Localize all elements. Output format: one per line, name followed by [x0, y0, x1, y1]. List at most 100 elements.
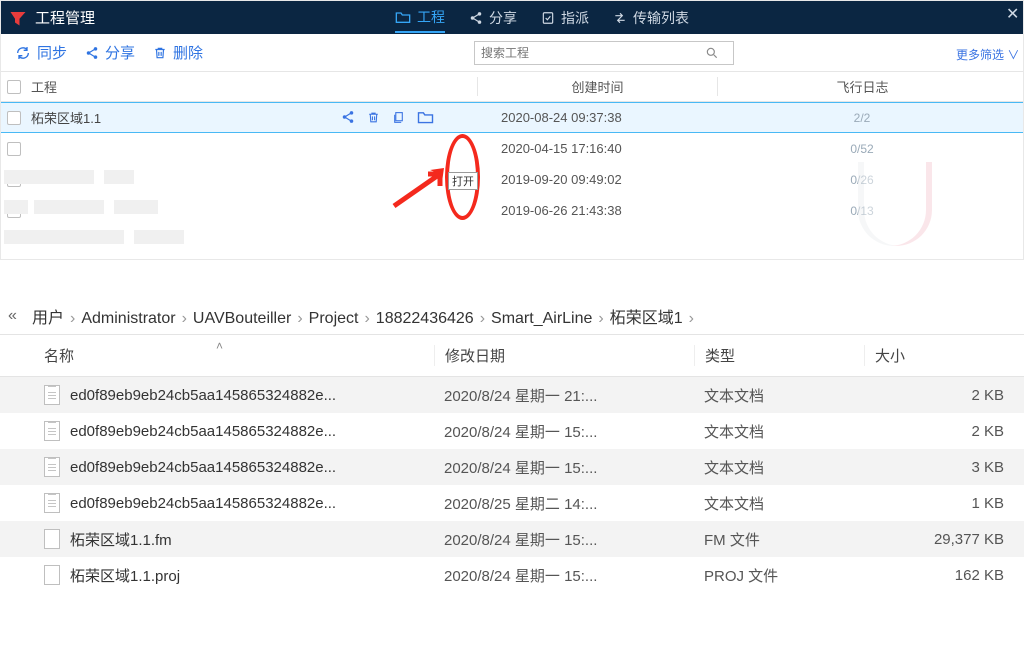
- breadcrumb-separator: ›: [474, 310, 491, 327]
- watermark-icon: [858, 162, 932, 246]
- explorer-pane: « 用户›Administrator›UAVBouteiller›Project…: [0, 297, 1024, 593]
- file-row[interactable]: ed0f89eb9eb24cb5aa145865324882e... 2020/8…: [0, 449, 1024, 485]
- file-type: 文本文档: [694, 493, 864, 514]
- file-type: 文本文档: [694, 457, 864, 478]
- file-row[interactable]: 柘荣区域1.1.fm 2020/8/24 星期一 15:...FM 文件29,37…: [0, 521, 1024, 557]
- file-date: 2020/8/25 星期二 14:...: [434, 493, 694, 514]
- file-type: FM 文件: [694, 529, 864, 550]
- breadcrumb-item[interactable]: 用户: [32, 310, 64, 327]
- breadcrumb-separator: ›: [683, 310, 700, 327]
- explorer-column-header: 名称 ˄ 修改日期 类型 大小: [0, 335, 1024, 377]
- menu-assign-label: 指派: [561, 8, 589, 28]
- row-created: 2020-04-15 17:16:40: [477, 141, 717, 156]
- file-row[interactable]: 柘荣区域1.1.proj2020/8/24 星期一 15:...PROJ 文件1…: [0, 557, 1024, 593]
- menu-project-label: 工程: [417, 7, 445, 27]
- share-button[interactable]: 分享: [85, 42, 135, 63]
- breadcrumb-item[interactable]: 18822436426: [376, 310, 474, 327]
- excol-size[interactable]: 大小: [864, 345, 1024, 366]
- file-name: ed0f89eb9eb24cb5aa145865324882e...: [70, 459, 336, 476]
- menu-share[interactable]: 分享: [469, 7, 517, 29]
- file-row[interactable]: ed0f89eb9eb24cb5aa145865324882e... 2020/8…: [0, 485, 1024, 521]
- excol-type[interactable]: 类型: [694, 345, 864, 366]
- more-filter-link[interactable]: 更多筛选 ∨: [956, 46, 1019, 63]
- share-icon: [85, 46, 99, 60]
- breadcrumb-item[interactable]: Smart_AirLine: [491, 310, 592, 327]
- menu-share-label: 分享: [489, 8, 517, 28]
- file-date: 2020/8/24 星期一 21:...: [434, 385, 694, 406]
- file-row[interactable]: ed0f89eb9eb24cb5aa145865324882e... 2020/8…: [0, 413, 1024, 449]
- breadcrumb-separator: ›: [64, 310, 81, 327]
- row-created: 2019-09-20 09:49:02: [477, 172, 717, 187]
- row-flightlog: 0/52: [717, 142, 1007, 156]
- row-flightlog: 2/2: [717, 111, 1007, 125]
- menu-transfer[interactable]: 传输列表: [613, 7, 689, 29]
- delete-label: 删除: [173, 42, 203, 63]
- breadcrumb-item[interactable]: 柘荣区域1: [610, 310, 683, 327]
- app-title: 工程管理: [35, 7, 95, 28]
- sync-icon: [15, 45, 31, 61]
- breadcrumb-separator: ›: [592, 310, 609, 327]
- file-name: ed0f89eb9eb24cb5aa145865324882e...: [70, 423, 336, 440]
- menu-transfer-label: 传输列表: [633, 8, 689, 28]
- open-tooltip: 打开: [448, 172, 478, 190]
- row-delete-icon[interactable]: [367, 110, 380, 125]
- file-size: 162 KB: [864, 567, 1024, 584]
- file-row[interactable]: ed0f89eb9eb24cb5aa145865324882e... 2020/8…: [0, 377, 1024, 413]
- file-type: 文本文档: [694, 421, 864, 442]
- search-input[interactable]: [475, 46, 705, 60]
- file-name: ed0f89eb9eb24cb5aa145865324882e...: [70, 495, 336, 512]
- chevron-down-icon: ∨: [1007, 48, 1019, 62]
- file-date: 2020/8/24 星期一 15:...: [434, 421, 694, 442]
- blurred-placeholder: [4, 162, 254, 258]
- search-box[interactable]: [474, 41, 734, 65]
- file-date: 2020/8/24 星期一 15:...: [434, 529, 694, 550]
- project-row[interactable]: 柘荣区域1.12020-08-24 09:37:382/2: [1, 102, 1023, 133]
- file-size: 29,377 KB: [864, 531, 1024, 548]
- top-menu: 工程 分享 指派 传输列表: [395, 7, 689, 29]
- breadcrumb-item[interactable]: Administrator: [81, 310, 175, 327]
- file-size: 2 KB: [864, 423, 1024, 440]
- row-checkbox[interactable]: [7, 111, 21, 125]
- menu-project[interactable]: 工程: [395, 7, 445, 33]
- row-checkbox[interactable]: [7, 142, 21, 156]
- file-date: 2020/8/24 星期一 15:...: [434, 457, 694, 478]
- file-date: 2020/8/24 星期一 15:...: [434, 565, 694, 586]
- breadcrumb: « 用户›Administrator›UAVBouteiller›Project…: [0, 297, 1024, 335]
- delete-button[interactable]: 删除: [153, 42, 203, 63]
- sync-button[interactable]: 同步: [15, 42, 67, 63]
- search-icon[interactable]: [705, 46, 733, 60]
- more-filter-label: 更多筛选: [956, 48, 1004, 62]
- col-created[interactable]: 创建时间: [477, 77, 717, 96]
- close-icon[interactable]: ✕: [1006, 4, 1019, 24]
- file-size: 1 KB: [864, 495, 1024, 512]
- row-copy-icon[interactable]: [392, 110, 405, 125]
- breadcrumb-separator: ›: [358, 310, 375, 327]
- breadcrumb-separator: ›: [291, 310, 308, 327]
- sync-label: 同步: [37, 42, 67, 63]
- col-flightlog[interactable]: 飞行日志: [717, 77, 1007, 96]
- row-open-folder-icon[interactable]: [417, 110, 434, 125]
- sort-caret-icon: ˄: [216, 339, 223, 353]
- breadcrumb-separator: ›: [176, 310, 193, 327]
- file-size: 3 KB: [864, 459, 1024, 476]
- breadcrumb-item[interactable]: UAVBouteiller: [193, 310, 291, 327]
- project-row[interactable]: 2020-04-15 17:16:400/52: [1, 133, 1023, 164]
- menu-assign[interactable]: 指派: [541, 7, 589, 29]
- column-header: 工程 创建时间 飞行日志: [1, 72, 1023, 102]
- file-name: ed0f89eb9eb24cb5aa145865324882e...: [70, 387, 336, 404]
- excol-name[interactable]: 名称 ˄: [0, 345, 434, 366]
- app-logo-icon: [9, 9, 27, 27]
- file-icon: [44, 529, 60, 549]
- breadcrumb-item[interactable]: Project: [309, 310, 359, 327]
- back-button[interactable]: «: [8, 307, 28, 325]
- file-type: PROJ 文件: [694, 565, 864, 586]
- share-label: 分享: [105, 42, 135, 63]
- file-icon: [44, 385, 60, 405]
- file-name: 柘荣区域1.1.fm: [70, 529, 172, 550]
- col-project[interactable]: 工程: [27, 77, 477, 96]
- select-all-checkbox[interactable]: [7, 80, 21, 94]
- excol-date[interactable]: 修改日期: [434, 345, 694, 366]
- file-icon: [44, 565, 60, 585]
- file-size: 2 KB: [864, 387, 1024, 404]
- row-share-icon[interactable]: [341, 110, 355, 125]
